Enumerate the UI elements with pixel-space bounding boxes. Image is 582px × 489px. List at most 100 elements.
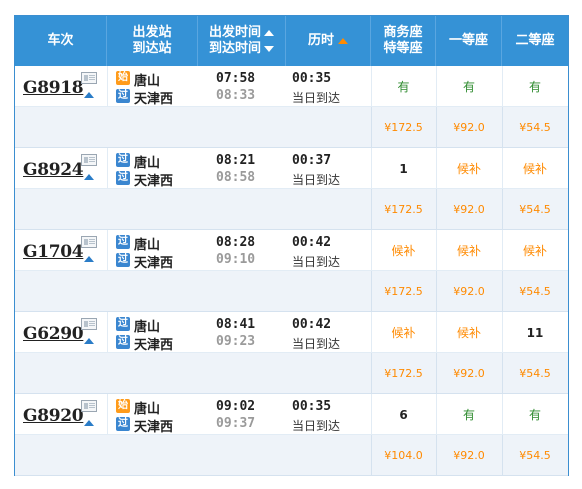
to-station: 天津西: [134, 174, 174, 189]
train-code-link[interactable]: G6290: [23, 324, 84, 344]
train-row-g8924: G8924 过 唐山 过 天津西 08:21 08:58 00:37 当日到达 …: [15, 148, 568, 230]
seat-first-price: ¥92.0: [453, 449, 485, 462]
sort-asc-icon[interactable]: [264, 29, 274, 36]
col-first-class: 一等座: [436, 16, 502, 66]
id-card-icon[interactable]: [81, 318, 97, 330]
col-times[interactable]: 出发时间 到达时间: [198, 16, 286, 66]
price-row: ¥172.5 ¥92.0 ¥54.5: [15, 271, 568, 312]
from-station: 唐山: [134, 156, 161, 171]
seat-biz-availability[interactable]: 候补: [371, 312, 436, 353]
duration: 00:35: [292, 399, 332, 414]
seat-second-availability[interactable]: 有: [502, 66, 568, 107]
seat-biz-price: ¥172.5: [384, 367, 423, 380]
seat-second-availability[interactable]: 候补: [502, 148, 568, 189]
arrive-time: 08:58: [216, 170, 256, 185]
col-depart-label[interactable]: 出发时间: [209, 25, 261, 40]
price-row: ¥172.5 ¥92.0 ¥54.5: [15, 353, 568, 394]
seat-second-availability[interactable]: 候补: [502, 230, 568, 271]
col-second-label: 二等座: [515, 33, 555, 48]
col-business-label: 商务座: [383, 25, 423, 40]
from-station: 唐山: [134, 402, 161, 417]
seat-first-availability[interactable]: 候补: [436, 230, 502, 271]
seat-biz-availability[interactable]: 有: [371, 66, 436, 107]
col-duration[interactable]: 历时: [286, 16, 371, 66]
seat-second-price: ¥54.5: [519, 121, 551, 134]
sort-asc-active-icon[interactable]: [338, 38, 348, 44]
seat-biz-availability[interactable]: 1: [371, 148, 436, 189]
sort-desc-icon[interactable]: [264, 45, 274, 52]
train-code-link[interactable]: G8920: [23, 406, 84, 426]
expand-stops-icon[interactable]: [84, 92, 94, 98]
arrive-day: 当日到达: [292, 173, 341, 187]
train-code-link[interactable]: G8918: [23, 78, 84, 98]
duration: 00:42: [292, 235, 332, 250]
duration: 00:37: [292, 153, 332, 168]
seat-second-price: ¥54.5: [519, 367, 551, 380]
seat-first-price: ¥92.0: [453, 285, 485, 298]
to-station: 天津西: [134, 338, 174, 353]
id-card-icon[interactable]: [81, 400, 97, 412]
from-station: 唐山: [134, 320, 161, 335]
depart-time: 08:28: [216, 235, 256, 250]
seat-biz-price: ¥104.0: [384, 449, 423, 462]
seat-second-price: ¥54.5: [519, 285, 551, 298]
duration: 00:35: [292, 71, 332, 86]
origin-badge: 始: [116, 399, 130, 413]
train-info-row: G1704 过 唐山 过 天津西 08:28 09:10 00:42 当日到达 …: [15, 230, 568, 271]
seat-first-price: ¥92.0: [453, 121, 485, 134]
id-card-icon[interactable]: [81, 72, 97, 84]
seat-first-availability[interactable]: 候补: [436, 312, 502, 353]
col-from-label: 出发站: [132, 25, 172, 40]
seat-first-price: ¥92.0: [453, 203, 485, 216]
price-row: ¥104.0 ¥92.0 ¥54.5: [15, 435, 568, 476]
seat-first-availability[interactable]: 候补: [436, 148, 502, 189]
origin-badge: 始: [116, 71, 130, 85]
train-info-row: G8924 过 唐山 过 天津西 08:21 08:58 00:37 当日到达 …: [15, 148, 568, 189]
col-train-no-label: 车次: [47, 33, 74, 48]
depart-time: 07:58: [216, 71, 256, 86]
train-row-g1704: G1704 过 唐山 过 天津西 08:28 09:10 00:42 当日到达 …: [15, 230, 568, 312]
to-station: 天津西: [134, 92, 174, 107]
seat-first-availability[interactable]: 有: [436, 66, 502, 107]
col-arrive-label[interactable]: 到达时间: [209, 41, 261, 56]
pass-badge: 过: [116, 417, 130, 431]
seat-biz-price: ¥172.5: [384, 285, 423, 298]
arrive-time: 09:10: [216, 252, 256, 267]
pass-badge: 过: [116, 89, 130, 103]
pass-badge: 过: [116, 171, 130, 185]
origin-badge: 过: [116, 317, 130, 331]
id-card-icon[interactable]: [81, 154, 97, 166]
id-card-icon[interactable]: [81, 236, 97, 248]
expand-stops-icon[interactable]: [84, 256, 94, 262]
expand-stops-icon[interactable]: [84, 174, 94, 180]
col-business: 商务座 特等座: [371, 16, 436, 66]
arrive-day: 当日到达: [292, 337, 341, 351]
depart-time: 08:21: [216, 153, 256, 168]
seat-first-availability[interactable]: 有: [436, 394, 502, 435]
arrive-time: 09:23: [216, 334, 256, 349]
col-special-label: 特等座: [383, 41, 423, 56]
duration: 00:42: [292, 317, 332, 332]
train-code-link[interactable]: G1704: [23, 242, 84, 262]
train-row-g6290: G6290 过 唐山 过 天津西 08:41 09:23 00:42 当日到达 …: [15, 312, 568, 394]
arrive-day: 当日到达: [292, 255, 341, 269]
col-second-class: 二等座: [502, 16, 568, 66]
pass-badge: 过: [116, 335, 130, 349]
arrive-day: 当日到达: [292, 91, 341, 105]
seat-biz-availability[interactable]: 6: [371, 394, 436, 435]
origin-badge: 过: [116, 235, 130, 249]
train-row-g8920: G8920 始 唐山 过 天津西 09:02 09:37 00:35 当日到达 …: [15, 394, 568, 476]
price-row: ¥172.5 ¥92.0 ¥54.5: [15, 107, 568, 148]
expand-stops-icon[interactable]: [84, 338, 94, 344]
seat-second-availability[interactable]: 11: [502, 312, 568, 353]
arrive-day: 当日到达: [292, 419, 341, 433]
expand-stops-icon[interactable]: [84, 420, 94, 426]
train-code-link[interactable]: G8924: [23, 160, 84, 180]
seat-biz-availability[interactable]: 候补: [371, 230, 436, 271]
col-duration-label[interactable]: 历时: [308, 33, 334, 49]
depart-time: 09:02: [216, 399, 256, 414]
seat-second-availability[interactable]: 有: [502, 394, 568, 435]
depart-time: 08:41: [216, 317, 256, 332]
origin-badge: 过: [116, 153, 130, 167]
from-station: 唐山: [134, 238, 161, 253]
